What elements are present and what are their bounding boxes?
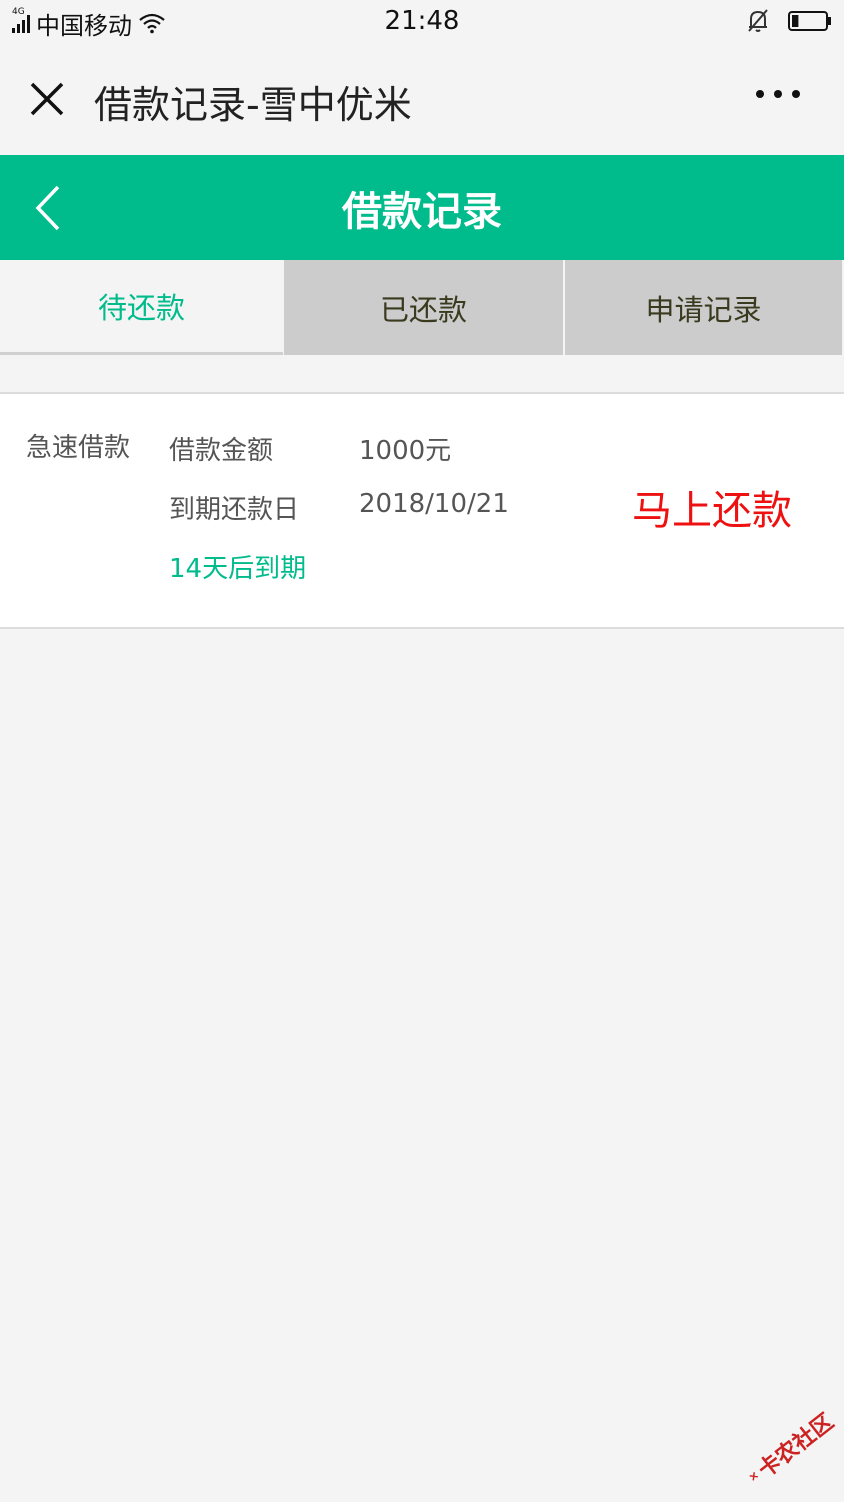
watermark-text: 卡农社区 (753, 1409, 839, 1484)
status-time: 21:48 (384, 6, 460, 36)
bell-muted-icon (748, 9, 768, 32)
status-bar: 4G 中国移动 21:48 (0, 0, 844, 46)
tab-bar: 待还款 已还款 申请记录 (0, 260, 844, 355)
due-countdown: 14天后到期 (169, 554, 307, 584)
due-date-value: 2018/10/21 (359, 489, 509, 519)
watermark: 卡农社区 (732, 1394, 844, 1502)
loan-record-card: 急速借款 借款金额 1000元 到期还款日 2018/10/21 14天后到期 … (0, 392, 844, 629)
tab-repaid[interactable]: 已还款 (284, 260, 563, 355)
status-right (746, 8, 832, 34)
window-title: 借款记录-雪中优米 (94, 83, 412, 127)
loan-type: 急速借款 (26, 433, 131, 463)
battery-icon (788, 11, 831, 31)
title-bar: 借款记录-雪中优米 (0, 46, 844, 154)
tab-applications[interactable]: 申请记录 (565, 260, 842, 355)
app-header: 借款记录 (0, 155, 844, 260)
more-icon[interactable] (756, 90, 800, 98)
close-icon[interactable] (28, 80, 66, 118)
amount-label: 借款金额 (169, 436, 274, 466)
repay-now-button[interactable]: 马上还款 (632, 478, 792, 536)
tab-pending[interactable]: 待还款 (0, 260, 283, 355)
due-date-label: 到期还款日 (169, 495, 300, 525)
page-title: 借款记录 (342, 189, 502, 235)
amount-value: 1000元 (359, 436, 452, 466)
